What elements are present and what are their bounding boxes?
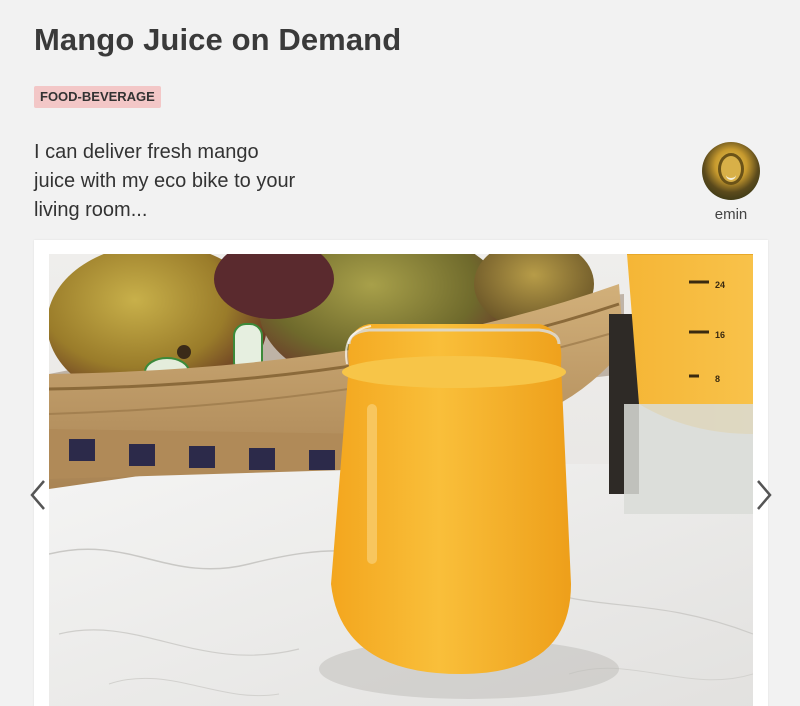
listing-description: I can deliver fresh mango juice with my … xyxy=(34,141,296,221)
author-profile[interactable]: emin xyxy=(700,142,762,223)
carousel-prev-button[interactable] xyxy=(28,478,48,512)
category-tag[interactable]: FOOD-BEVERAGE xyxy=(34,86,161,108)
avatar[interactable] xyxy=(702,142,760,200)
pitcher-mark-16: 16 xyxy=(715,330,725,340)
carousel-image: 24 16 8 xyxy=(49,254,753,706)
pitcher-mark-24: 24 xyxy=(715,280,725,290)
mango-juice-photo: 24 16 8 xyxy=(49,254,753,706)
chevron-right-icon xyxy=(757,480,772,510)
image-carousel: 24 16 8 xyxy=(34,240,768,706)
author-name[interactable]: emin xyxy=(700,206,762,223)
carousel-next-button[interactable] xyxy=(754,478,774,512)
listing-title: Mango Juice on Demand xyxy=(34,22,402,57)
listing-page: Mango Juice on Demand FOOD-BEVERAGE I ca… xyxy=(0,0,800,706)
pitcher-mark-8: 8 xyxy=(715,374,720,384)
chevron-left-icon xyxy=(30,480,45,510)
